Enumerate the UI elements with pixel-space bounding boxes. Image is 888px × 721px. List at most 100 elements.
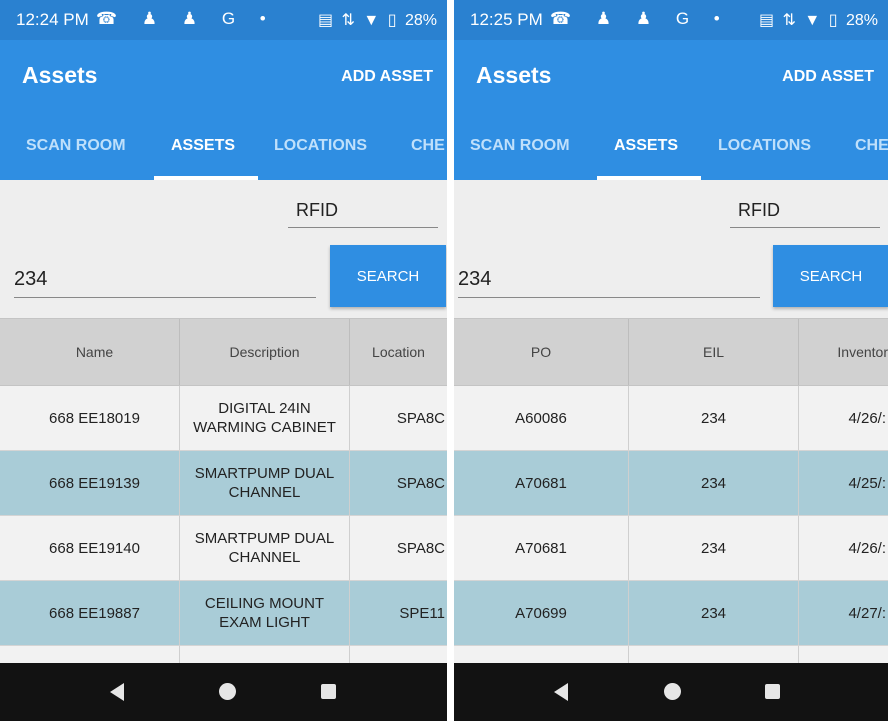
table-row[interactable] bbox=[454, 646, 888, 663]
tab-che[interactable]: CHE bbox=[411, 126, 445, 180]
add-asset-button[interactable]: ADD ASSET bbox=[782, 68, 874, 86]
cast-icon: ▤ bbox=[317, 12, 334, 29]
status-bar: 12:24 PM ☎ ♟ ♟ G • ▤ ⇅ ▼ ▯ 28% bbox=[0, 0, 447, 40]
recent-apps-icon[interactable] bbox=[765, 684, 780, 699]
recent-apps-icon[interactable] bbox=[321, 684, 336, 699]
app-bar: Assets ADD ASSET SCAN ROOM ASSETS LOCATI… bbox=[0, 40, 447, 180]
table-header: PO EIL Inventor bbox=[454, 318, 888, 386]
tab-bar: SCAN ROOM ASSETS LOCATIONS CHE bbox=[454, 126, 888, 180]
table-row[interactable]: A70681 234 4/26/: bbox=[454, 516, 888, 581]
tab-locations[interactable]: LOCATIONS bbox=[718, 126, 811, 180]
cell-po: A70681 bbox=[454, 516, 629, 580]
notification-icons: ☎ ♟ ♟ G • bbox=[96, 9, 276, 28]
search-button[interactable]: SEARCH bbox=[773, 245, 888, 307]
battery-percent: 28% bbox=[404, 12, 437, 29]
table-row[interactable]: A60086 234 4/26/: bbox=[454, 386, 888, 451]
table-header: Name Description Location bbox=[0, 318, 447, 386]
cell-name bbox=[10, 646, 180, 663]
tab-assets[interactable]: ASSETS bbox=[171, 126, 235, 180]
table-row[interactable]: 668 EE19140 SMARTPUMP DUAL CHANNEL SPA8C bbox=[0, 516, 447, 581]
table-row[interactable]: A70681 234 4/25/: bbox=[454, 451, 888, 516]
cell-description: SMARTPUMP DUAL CHANNEL bbox=[180, 516, 350, 580]
cell-eil bbox=[629, 646, 799, 663]
tab-assets[interactable]: ASSETS bbox=[614, 126, 678, 180]
back-icon[interactable] bbox=[554, 683, 568, 701]
status-indicators: ▤ ⇅ ▼ ▯ 28% bbox=[314, 10, 437, 30]
cell-eil: 234 bbox=[629, 451, 799, 515]
battery-icon: ▯ bbox=[387, 12, 397, 29]
app-bar: Assets ADD ASSET SCAN ROOM ASSETS LOCATI… bbox=[454, 40, 888, 180]
cell-inventory: 4/27/: bbox=[848, 604, 886, 622]
search-input[interactable] bbox=[14, 262, 316, 298]
column-header-location[interactable]: Location bbox=[350, 319, 447, 385]
active-tab-indicator bbox=[154, 176, 258, 180]
page-title: Assets bbox=[22, 62, 98, 88]
status-indicators: ▤ ⇅ ▼ ▯ 28% bbox=[755, 10, 878, 30]
cell-name: 668 EE18019 bbox=[10, 386, 180, 450]
battery-percent: 28% bbox=[845, 12, 878, 29]
column-header-eil[interactable]: EIL bbox=[629, 319, 799, 385]
screenshot-divider bbox=[447, 0, 454, 721]
assets-table: PO EIL Inventor A60086 234 4/26/: A70681… bbox=[454, 318, 888, 663]
cell-po: A70699 bbox=[454, 581, 629, 645]
table-row[interactable]: A70699 234 4/27/: bbox=[454, 581, 888, 646]
phone-screen-right: 12:25 PM ☎ ♟ ♟ G • ▤ ⇅ ▼ ▯ 28% Assets AD… bbox=[454, 0, 888, 721]
wifi-icon: ▼ bbox=[804, 12, 821, 29]
tab-scan-room[interactable]: SCAN ROOM bbox=[26, 126, 126, 180]
tab-che[interactable]: CHE bbox=[855, 126, 888, 180]
cast-icon: ▤ bbox=[758, 12, 775, 29]
table-row[interactable]: 668 EE18019 DIGITAL 24IN WARMING CABINET… bbox=[0, 386, 447, 451]
cell-name: 668 EE19139 bbox=[10, 451, 180, 515]
cell-inventory: 4/26/: bbox=[848, 539, 886, 557]
table-row[interactable]: 668 EE19887 CEILING MOUNT EXAM LIGHT SPE… bbox=[0, 581, 447, 646]
data-arrows-icon: ⇅ bbox=[341, 12, 355, 29]
cell-description: CEILING MOUNT EXAM LIGHT bbox=[180, 581, 350, 645]
home-icon[interactable] bbox=[219, 683, 236, 700]
status-bar: 12:25 PM ☎ ♟ ♟ G • ▤ ⇅ ▼ ▯ 28% bbox=[454, 0, 888, 40]
cell-name: 668 EE19140 bbox=[10, 516, 180, 580]
cell-inventory: 4/25/: bbox=[848, 474, 886, 492]
column-header-name[interactable]: Name bbox=[10, 319, 180, 385]
column-header-po[interactable]: PO bbox=[454, 319, 629, 385]
table-row[interactable] bbox=[0, 646, 447, 663]
table-row[interactable]: 668 EE19139 SMARTPUMP DUAL CHANNEL SPA8C bbox=[0, 451, 447, 516]
rfid-dropdown[interactable]: RFID bbox=[730, 198, 880, 228]
tab-bar: SCAN ROOM ASSETS LOCATIONS CHE bbox=[0, 126, 447, 180]
add-asset-button[interactable]: ADD ASSET bbox=[341, 68, 433, 86]
search-input[interactable] bbox=[458, 262, 760, 298]
wifi-icon: ▼ bbox=[363, 12, 380, 29]
cell-inventory: 4/26/: bbox=[848, 409, 886, 427]
search-button[interactable]: SEARCH bbox=[330, 245, 446, 307]
cell-location: SPE11 bbox=[399, 604, 445, 622]
back-icon[interactable] bbox=[110, 683, 124, 701]
column-header-description[interactable]: Description bbox=[180, 319, 350, 385]
cell-eil: 234 bbox=[629, 386, 799, 450]
navigation-bar bbox=[0, 663, 447, 721]
rfid-dropdown[interactable]: RFID bbox=[288, 198, 438, 228]
cell-description: DIGITAL 24IN WARMING CABINET bbox=[180, 386, 350, 450]
data-arrows-icon: ⇅ bbox=[782, 12, 796, 29]
cell-po bbox=[454, 646, 629, 663]
cell-location: SPA8C bbox=[396, 539, 445, 557]
column-header-inventory[interactable]: Inventor bbox=[799, 319, 888, 385]
navigation-bar bbox=[454, 663, 888, 721]
home-icon[interactable] bbox=[664, 683, 681, 700]
tab-scan-room[interactable]: SCAN ROOM bbox=[470, 126, 570, 180]
cell-location: SPA8C bbox=[396, 409, 445, 427]
cell-description bbox=[180, 646, 350, 663]
cell-eil: 234 bbox=[629, 516, 799, 580]
cell-eil: 234 bbox=[629, 581, 799, 645]
cell-location: SPA8C bbox=[396, 474, 445, 492]
tab-locations[interactable]: LOCATIONS bbox=[274, 126, 367, 180]
battery-icon: ▯ bbox=[828, 12, 838, 29]
status-time: 12:24 PM bbox=[16, 10, 89, 29]
phone-screen-left: 12:24 PM ☎ ♟ ♟ G • ▤ ⇅ ▼ ▯ 28% Assets AD… bbox=[0, 0, 447, 721]
cell-po: A60086 bbox=[454, 386, 629, 450]
notification-icons: ☎ ♟ ♟ G • bbox=[550, 9, 730, 28]
status-time: 12:25 PM bbox=[470, 10, 543, 29]
active-tab-indicator bbox=[597, 176, 701, 180]
assets-table: Name Description Location 668 EE18019 DI… bbox=[0, 318, 447, 663]
cell-name: 668 EE19887 bbox=[10, 581, 180, 645]
cell-po: A70681 bbox=[454, 451, 629, 515]
cell-description: SMARTPUMP DUAL CHANNEL bbox=[180, 451, 350, 515]
